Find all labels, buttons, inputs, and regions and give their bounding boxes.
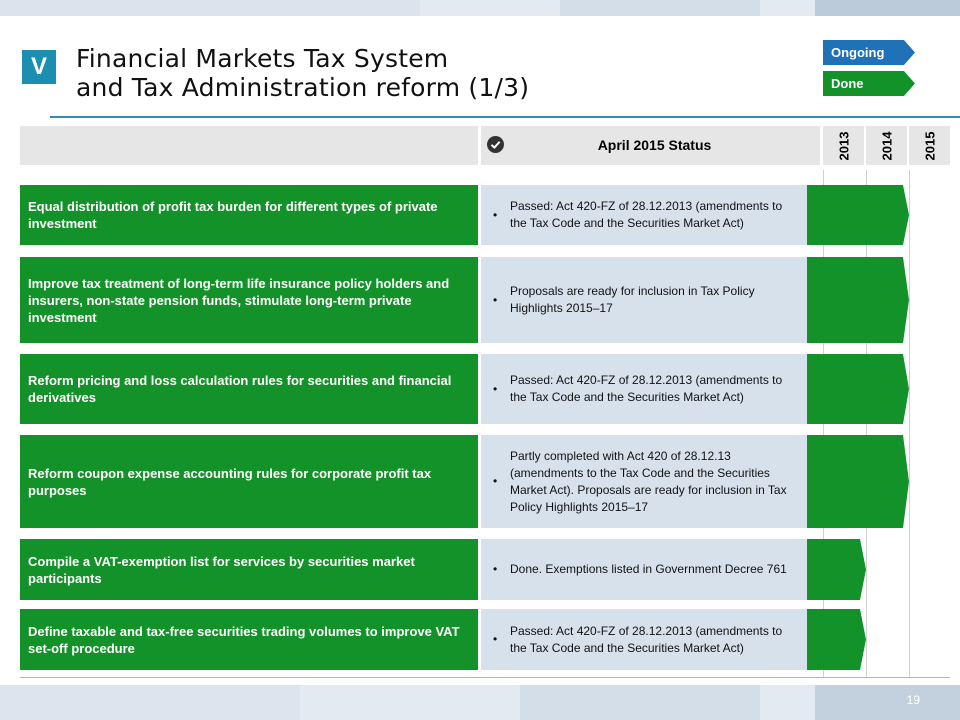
status-cell: • Partly completed with Act 420 of 28.12.… <box>481 435 807 528</box>
year-header-2013: 2013 <box>823 126 864 165</box>
year-label: 2013 <box>836 131 851 160</box>
year-label: 2014 <box>879 131 894 160</box>
page-title-line: Financial Markets Tax System <box>76 44 449 73</box>
top-decorative-band <box>0 0 960 16</box>
timeline-bar-shape <box>807 539 866 600</box>
timeline-bar-shape <box>807 185 909 245</box>
measures-header-cell <box>20 126 478 165</box>
measure-text: Equal distribution of profit tax burden … <box>28 199 438 231</box>
check-circle-icon <box>487 136 504 153</box>
title-divider <box>50 116 960 118</box>
bullet-icon: • <box>493 381 498 396</box>
measure-text: Define taxable and tax-free securities t… <box>28 623 460 656</box>
measure-text: Compile a VAT-exemption list for service… <box>28 553 415 586</box>
page-number: 19 <box>906 693 920 707</box>
page-title: Financial Markets Tax System and Tax Adm… <box>76 44 529 102</box>
bullet-icon: • <box>493 207 498 222</box>
measure-cell: Compile a VAT-exemption list for service… <box>20 539 478 600</box>
status-cell: • Done. Exemptions listed in Government D… <box>481 539 807 600</box>
status-text: Passed: Act 420-FZ of 28.12.2013 (amendm… <box>510 623 783 655</box>
timeline-bar-done <box>807 185 909 245</box>
legend-ongoing: Ongoing <box>823 40 915 65</box>
measure-cell: Define taxable and tax-free securities t… <box>20 609 478 670</box>
year-label: 2015 <box>922 131 937 160</box>
top-band-segment <box>0 0 420 16</box>
top-band-segment <box>815 0 960 16</box>
timeline-gridline <box>909 170 910 678</box>
measure-cell: Reform coupon expense accounting rules f… <box>20 435 478 528</box>
measure-text: Reform coupon expense accounting rules f… <box>28 465 432 498</box>
status-cell: • Passed: Act 420-FZ of 28.12.2013 (amend… <box>481 185 807 245</box>
timeline-bar-done <box>807 609 866 670</box>
year-header-2014: 2014 <box>866 126 907 165</box>
status-header: April 2015 Status <box>481 126 820 165</box>
timeline-bar-done <box>807 539 866 600</box>
bullet-icon: • <box>493 474 498 488</box>
page-title-line: and Tax Administration reform (1/3) <box>76 73 530 102</box>
measure-text: Reform pricing and loss calculation rule… <box>28 373 452 405</box>
measure-cell: Improve tax treatment of long-term life … <box>20 257 478 343</box>
measure-text: Improve tax treatment of long-term life … <box>28 275 450 325</box>
bottom-band-segment <box>0 685 300 720</box>
status-cell: • Proposals are ready for inclusion in Ta… <box>481 257 807 343</box>
timeline-bar-done <box>807 354 909 424</box>
section-badge: V <box>22 50 56 84</box>
status-text: Proposals are ready for inclusion in Tax… <box>510 284 755 315</box>
status-cell: • Passed: Act 420-FZ of 28.12.2013 (amend… <box>481 354 807 424</box>
status-text: Passed: Act 420-FZ of 28.12.2013 (amendm… <box>510 199 783 230</box>
timeline-bar-shape <box>807 435 909 528</box>
timeline-bar-shape <box>807 257 909 343</box>
bottom-decorative-band <box>0 685 960 720</box>
bullet-icon: • <box>493 292 498 307</box>
timeline-bar-shape <box>807 354 909 424</box>
legend-done: Done <box>823 71 915 96</box>
timeline-bar-done <box>807 257 909 343</box>
year-header-2015: 2015 <box>909 126 950 165</box>
status-text: Done. Exemptions listed in Government De… <box>510 562 787 576</box>
measure-cell: Equal distribution of profit tax burden … <box>20 185 478 245</box>
bottom-band-segment <box>520 685 760 720</box>
timeline-gridline <box>866 170 867 678</box>
bullet-icon: • <box>493 562 498 576</box>
status-cell: • Passed: Act 420-FZ of 28.12.2013 (amend… <box>481 609 807 670</box>
top-band-segment <box>560 0 760 16</box>
timeline-bar-shape <box>807 609 866 670</box>
status-text: Partly completed with Act 420 of 28.12.1… <box>510 448 787 514</box>
measure-cell: Reform pricing and loss calculation rule… <box>20 354 478 424</box>
timeline-bar-done <box>807 435 909 528</box>
timeline-gridline <box>823 170 824 678</box>
table-bottom-rule <box>20 677 950 678</box>
bullet-icon: • <box>493 632 498 646</box>
status-text: Passed: Act 420-FZ of 28.12.2013 (amendm… <box>510 373 783 404</box>
